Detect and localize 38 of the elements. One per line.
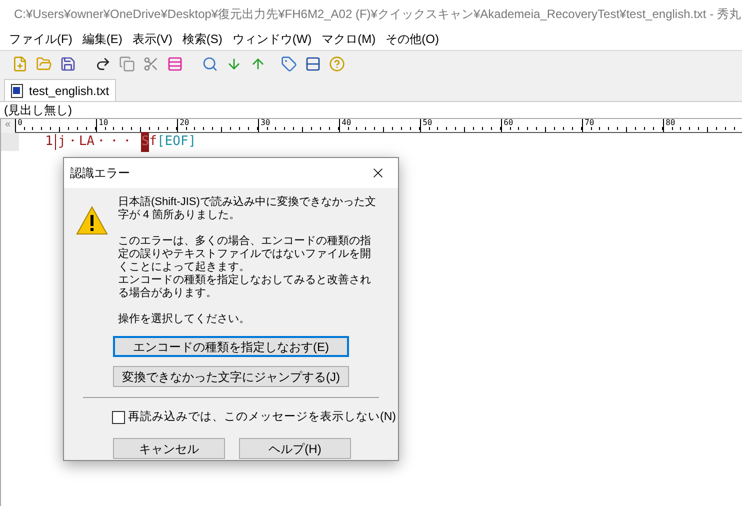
- ruler-label: 10: [98, 119, 108, 127]
- ruler-label: 80: [666, 119, 676, 127]
- dialog-button[interactable]: キャンセル: [113, 438, 225, 460]
- menu-item[interactable]: その他(O): [380, 30, 444, 48]
- file-icon: [11, 84, 23, 98]
- ruler-label: 60: [504, 119, 514, 127]
- dialog-message: 操作を選択してください。: [118, 313, 251, 326]
- menu-item[interactable]: マクロ(M): [316, 30, 381, 48]
- window-title: C:¥Users¥owner¥OneDrive¥Desktop¥復元出力先¥FH6M2_A02 (F)¥クイックスキャン¥Akademeia_RecoveryTest¥test_english.txt - 秀丸: [14, 6, 741, 22]
- file-tab[interactable]: test_english.txt: [4, 79, 116, 101]
- menu-item[interactable]: 表示(V): [127, 30, 178, 48]
- line-text: f: [149, 133, 157, 152]
- checkbox-label: 再読み込みでは、このメッセージを表示しない(N): [128, 410, 396, 425]
- ruler-label: 70: [584, 119, 594, 127]
- dialog-button[interactable]: ヘルプ(H): [239, 438, 351, 460]
- ruler-label: 0: [18, 119, 22, 127]
- dialog-button[interactable]: エンコードの種類を指定しなおす(E): [113, 336, 349, 357]
- ruler-label: 50: [422, 119, 432, 127]
- checkbox[interactable]: [112, 411, 125, 424]
- menu-item[interactable]: ファイル(F): [4, 30, 78, 48]
- menu-item[interactable]: ウィンドウ(W): [227, 30, 317, 48]
- scroll-mark: «: [4, 119, 12, 132]
- menu-item[interactable]: 検索(S): [177, 30, 228, 48]
- dialog-message: エンコードの種類を指定しなおしてみると改善される場合があります。: [118, 274, 372, 300]
- ruler-label: 20: [180, 119, 190, 127]
- heading-label: (見出し無し): [4, 102, 72, 119]
- line-text: j・LA・・・: [58, 133, 134, 152]
- dialog-message: このエラーは、多くの場合、エンコードの種類の指定の誤りやテキストファイルではないファイルを開くことによって起きます。: [118, 235, 372, 274]
- menu-item[interactable]: 編集(E): [77, 30, 128, 48]
- unconverted-character: S: [141, 132, 150, 152]
- ruler-label: 40: [342, 119, 352, 127]
- ruler-label: 30: [260, 119, 270, 127]
- eof-marker: [EOF]: [156, 133, 196, 152]
- warning-icon: [76, 206, 108, 235]
- line-number: 1: [44, 133, 53, 152]
- dialog-title: 認識エラー: [70, 165, 130, 182]
- dialog-message: 日本語(Shift-JIS)で読み込み中に変換できなかった文字が 4 箇所ありました。: [118, 196, 377, 222]
- dialog-button[interactable]: 変換できなかった文字にジャンプする(J): [113, 366, 349, 387]
